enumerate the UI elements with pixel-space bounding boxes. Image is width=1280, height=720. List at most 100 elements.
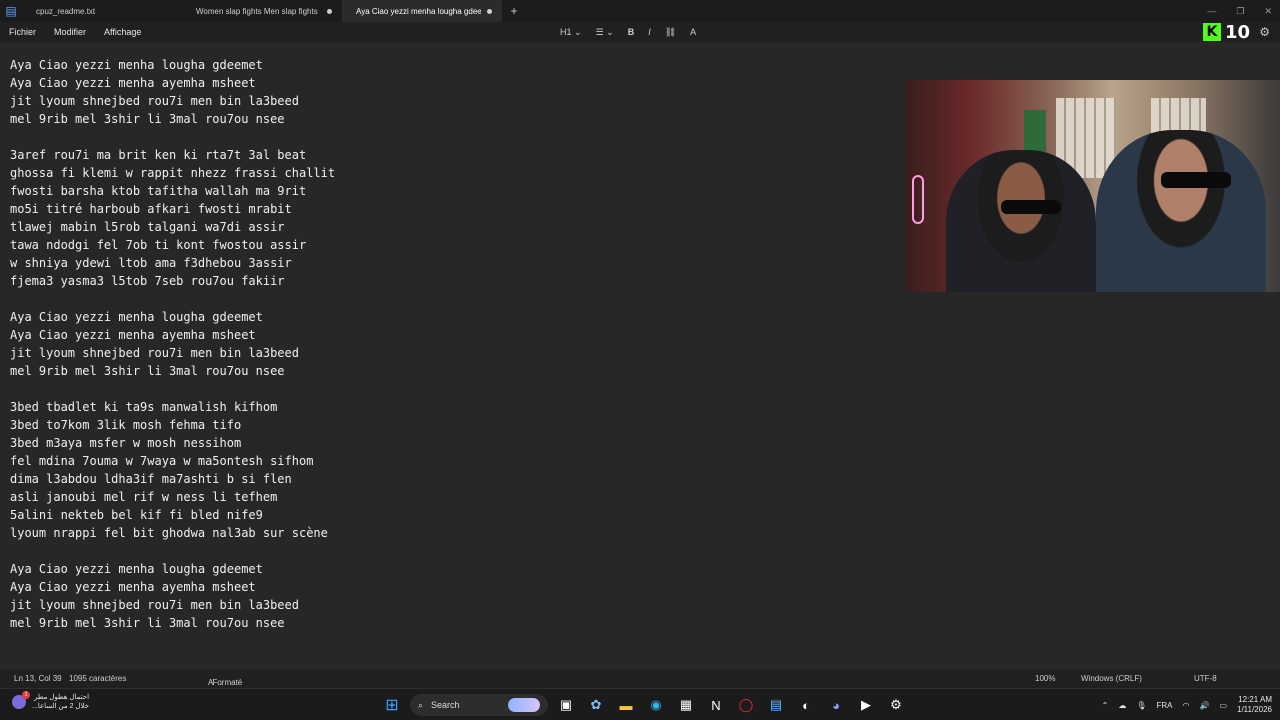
- tab-cpuz-readme[interactable]: cpuz_readme.txt: [22, 0, 182, 22]
- store-icon[interactable]: ▦: [674, 693, 698, 717]
- bold-button[interactable]: B: [628, 27, 635, 37]
- clock-time: 12:21 AM: [1238, 695, 1272, 704]
- editor-line[interactable]: w shniya ydewi ltob ama f3dhebou 3assir: [10, 254, 335, 272]
- editor-line[interactable]: Aya Ciao yezzi menha ayemha msheet: [10, 74, 335, 92]
- editor-line[interactable]: Aya Ciao yezzi menha lougha gdeemet: [10, 308, 335, 326]
- format-toolbar: H1 ⌄ ☰ ⌄ B I ⛓ A: [560, 22, 696, 42]
- editor-line[interactable]: 3aref rou7i ma brit ken ki rta7t 3al bea…: [10, 146, 335, 164]
- minimize-icon[interactable]: —: [1207, 6, 1216, 16]
- copilot-icon[interactable]: ✿: [584, 693, 608, 717]
- editor-line[interactable]: jit lyoum shnejbed rou7i men bin la3beed: [10, 596, 335, 614]
- editor-line[interactable]: fel mdina 7ouma w 7waya w ma5ontesh sifh…: [10, 452, 335, 470]
- taskbar-apps: ⊞ ⌕ Search ▣ ✿ ▬ ◉ ▦ N ◯ ▤ ◐ ◕ ▶ ⚙: [380, 693, 908, 717]
- editor-line[interactable]: dima l3abdou ldha3if ma7ashti b si flen: [10, 470, 335, 488]
- maximize-icon[interactable]: ❐: [1236, 6, 1244, 17]
- title-bar: ▤ cpuz_readme.txt Women slap fights Men …: [0, 0, 1280, 22]
- weather-widget[interactable]: 1 احتمال هطول مطر خلال 2 من الساعا...: [12, 691, 89, 711]
- editor-line[interactable]: tawa ndodgi fel 7ob ti kont fwostou assi…: [10, 236, 335, 254]
- windows-start-icon[interactable]: ⊞: [380, 693, 404, 717]
- streamer-right: [1096, 130, 1266, 292]
- notepad-app-icon[interactable]: ▤: [0, 0, 22, 22]
- menu-affichage[interactable]: Affichage: [95, 27, 150, 37]
- editor-line[interactable]: mel 9rib mel 3shir li 3mal rou7ou nsee: [10, 614, 335, 632]
- weather-icon: 1: [12, 691, 30, 709]
- sunglasses: [1161, 172, 1231, 188]
- wifi-icon[interactable]: ◠: [1182, 701, 1189, 710]
- italic-button[interactable]: I: [648, 27, 651, 37]
- editor-line[interactable]: lyoum nrappi fel bit ghodwa nal3ab sur s…: [10, 524, 335, 542]
- discord-icon[interactable]: ◕: [824, 693, 848, 717]
- chevron-down-icon: ⌄: [606, 26, 614, 37]
- editor-line[interactable]: 3bed to7kom 3lik mosh fehma tifo: [10, 416, 335, 434]
- heading-label: H1: [560, 26, 572, 37]
- new-tab-button[interactable]: +: [502, 4, 526, 18]
- kick-follower-overlay: K 10: [1202, 21, 1250, 43]
- zoom-level[interactable]: 100%: [1035, 674, 1055, 683]
- language-indicator[interactable]: FRA: [1156, 701, 1172, 710]
- encoding[interactable]: UTF-8: [1194, 674, 1217, 683]
- task-view-icon[interactable]: ▣: [554, 693, 578, 717]
- editor-line[interactable]: 3bed m3aya msfer w mosh nessihom: [10, 434, 335, 452]
- notepad-icon[interactable]: ▤: [764, 693, 788, 717]
- unsaved-dot-icon[interactable]: [487, 8, 492, 14]
- volume-icon[interactable]: 🔊: [1199, 701, 1209, 710]
- format-label: Formaté: [212, 678, 243, 687]
- editor-line[interactable]: [10, 290, 335, 308]
- tab-label: Women slap fights Men slap fights: [196, 6, 318, 16]
- neon-light: [912, 175, 924, 224]
- microphone-icon[interactable]: 🎙: [1136, 701, 1146, 710]
- format-indicator[interactable]: A Formaté: [208, 674, 242, 687]
- edge-browser-icon[interactable]: ◉: [644, 693, 668, 717]
- editor-line[interactable]: Aya Ciao yezzi menha ayemha msheet: [10, 326, 335, 344]
- tab-aya-ciao-active[interactable]: Aya Ciao yezzi menha lougha gdee: [342, 0, 502, 22]
- editor-line[interactable]: ghossa fi klemi w rappit nhezz frassi ch…: [10, 164, 335, 182]
- editor-line[interactable]: mel 9rib mel 3shir li 3mal rou7ou nsee: [10, 110, 335, 128]
- editor-line[interactable]: Aya Ciao yezzi menha lougha gdeemet: [10, 56, 335, 74]
- clock[interactable]: 12:21 AM 1/11/2026: [1237, 695, 1272, 715]
- editor-content[interactable]: Aya Ciao yezzi menha lougha gdeemet Aya C…: [10, 56, 335, 632]
- menu-modifier[interactable]: Modifier: [45, 27, 95, 37]
- editor-line[interactable]: fwosti barsha ktob tafitha wallah ma 9ri…: [10, 182, 335, 200]
- clear-formatting-icon[interactable]: A: [690, 27, 696, 37]
- follower-count: 10: [1224, 21, 1250, 43]
- editor-line[interactable]: [10, 380, 335, 398]
- editor-line[interactable]: mel 9rib mel 3shir li 3mal rou7ou nsee: [10, 362, 335, 380]
- list-dropdown[interactable]: ☰ ⌄: [596, 27, 614, 38]
- cursor-position[interactable]: Ln 13, Col 39: [14, 674, 62, 683]
- close-icon[interactable]: ✕: [1264, 6, 1272, 17]
- editor-line[interactable]: asli janoubi mel rif w ness li tefhem: [10, 488, 335, 506]
- editor-line[interactable]: Aya Ciao yezzi menha ayemha msheet: [10, 578, 335, 596]
- search-icon: ⌕: [418, 699, 424, 710]
- editor-line[interactable]: 3bed tbadlet ki ta9s manwalish kifhom: [10, 398, 335, 416]
- search-label: Search: [431, 700, 460, 710]
- editor-line[interactable]: jit lyoum shnejbed rou7i men bin la3beed: [10, 344, 335, 362]
- editor-line[interactable]: fjema3 yasma3 l5tob 7seb rou7ou fakiir: [10, 272, 335, 290]
- editor-line[interactable]: [10, 542, 335, 560]
- cloud-icon[interactable]: ☁: [1118, 701, 1126, 710]
- opera-icon[interactable]: ◯: [734, 693, 758, 717]
- line-ending[interactable]: Windows (CRLF): [1081, 674, 1142, 683]
- obs-icon[interactable]: ◐: [794, 693, 818, 717]
- tab-slap-fights[interactable]: Women slap fights Men slap fights: [182, 0, 342, 22]
- editor-line[interactable]: [10, 128, 335, 146]
- editor-line[interactable]: tlawej mabin l5rob talgani wa7di assir: [10, 218, 335, 236]
- settings-app-icon[interactable]: ⚙: [884, 693, 908, 717]
- unsaved-dot-icon[interactable]: [327, 8, 332, 14]
- editor-line[interactable]: Aya Ciao yezzi menha lougha gdeemet: [10, 560, 335, 578]
- heading-dropdown[interactable]: H1 ⌄: [560, 27, 582, 38]
- gear-icon[interactable]: ⚙: [1259, 25, 1270, 39]
- status-bar: Ln 13, Col 39 1095 caractères A Formaté …: [0, 670, 1280, 688]
- battery-icon[interactable]: ▭: [1219, 701, 1227, 710]
- notion-icon[interactable]: N: [704, 693, 728, 717]
- editor-line[interactable]: mo5i titré harboub afkari fwosti mrabit: [10, 200, 335, 218]
- menu-fichier[interactable]: Fichier: [0, 27, 45, 37]
- webcam-overlay: [906, 80, 1280, 292]
- notification-badge: 1: [22, 691, 30, 699]
- taskbar-search[interactable]: ⌕ Search: [410, 694, 548, 716]
- media-player-icon[interactable]: ▶: [854, 693, 878, 717]
- editor-line[interactable]: jit lyoum shnejbed rou7i men bin la3beed: [10, 92, 335, 110]
- file-explorer-icon[interactable]: ▬: [614, 693, 638, 717]
- chevron-up-icon[interactable]: ⌃: [1102, 701, 1109, 710]
- editor-line[interactable]: 5alini nekteb bel kif fi bled nife9: [10, 506, 335, 524]
- link-icon[interactable]: ⛓: [665, 27, 676, 38]
